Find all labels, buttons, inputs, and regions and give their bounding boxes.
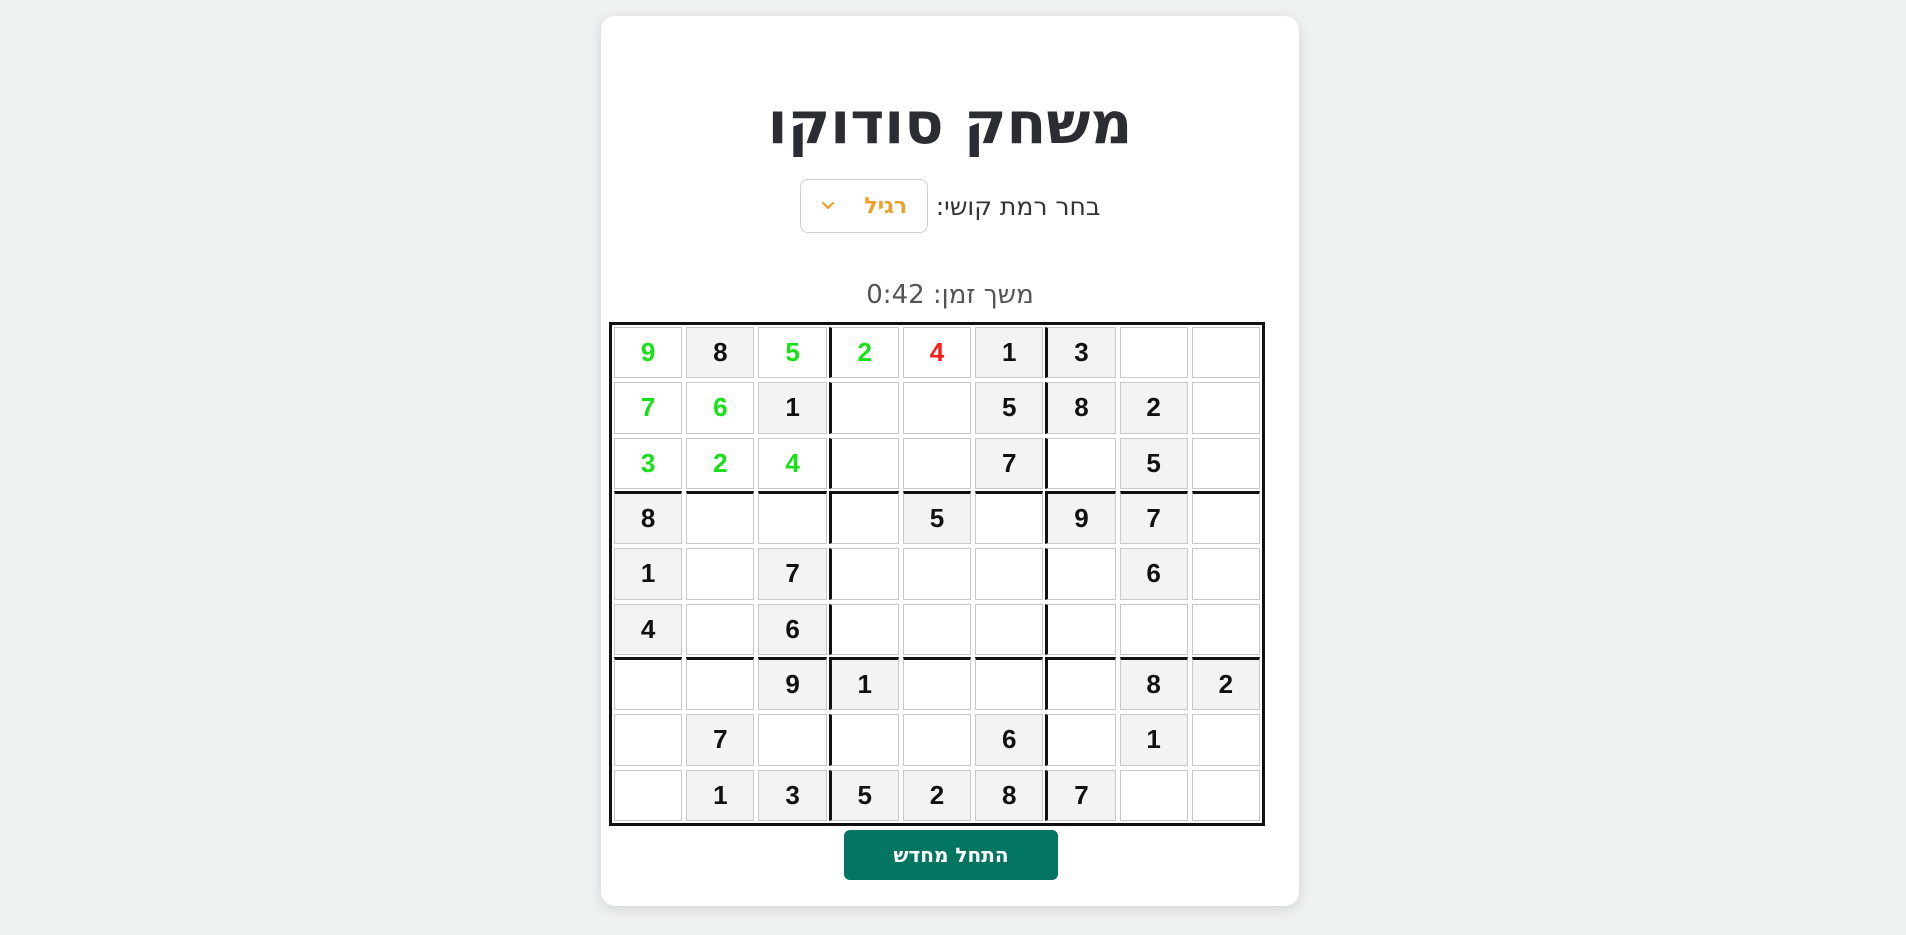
chevron-down-icon <box>820 198 836 214</box>
sudoku-cell-r2-c2[interactable]: 6 <box>686 382 755 434</box>
sudoku-board: 9852413761582324758597176469182761135287 <box>609 322 1265 826</box>
sudoku-cell-r9-c5: 2 <box>902 769 972 821</box>
sudoku-cell-r2-c3: 1 <box>758 382 827 434</box>
sudoku-cell-r2-c9[interactable] <box>1191 382 1260 434</box>
sudoku-cell-r9-c6: 8 <box>975 769 1044 821</box>
sudoku-cell-r5-c8: 6 <box>1119 548 1188 600</box>
sudoku-cell-r5-c1: 1 <box>614 548 683 600</box>
sudoku-cell-r2-c6: 5 <box>975 382 1044 434</box>
sudoku-cell-r3-c2[interactable]: 2 <box>686 437 755 489</box>
sudoku-cell-r4-c7: 9 <box>1045 490 1116 545</box>
sudoku-cell-r6-c5[interactable] <box>902 603 972 655</box>
sudoku-cell-r7-c9: 2 <box>1191 656 1260 711</box>
sudoku-cell-r7-c7[interactable] <box>1045 656 1116 711</box>
sudoku-cell-r7-c2[interactable] <box>686 656 755 711</box>
sudoku-cell-r5-c5[interactable] <box>902 548 972 600</box>
sudoku-cell-r7-c8: 8 <box>1119 656 1188 711</box>
page-title: משחק סודוקו <box>767 89 1133 157</box>
sudoku-cell-r3-c1[interactable]: 3 <box>614 437 683 489</box>
sudoku-cell-r7-c1[interactable] <box>614 656 683 711</box>
sudoku-cell-r1-c8[interactable] <box>1119 327 1188 379</box>
sudoku-cell-r3-c3[interactable]: 4 <box>758 437 827 489</box>
difficulty-selected-value: רגיל <box>864 193 908 219</box>
sudoku-cell-r8-c5[interactable] <box>902 714 972 766</box>
sudoku-cell-r8-c1[interactable] <box>614 714 683 766</box>
sudoku-cell-r6-c6[interactable] <box>975 603 1044 655</box>
sudoku-cell-r4-c6[interactable] <box>975 490 1044 545</box>
sudoku-cell-r6-c8[interactable] <box>1119 603 1188 655</box>
sudoku-cell-r8-c3[interactable] <box>758 714 827 766</box>
sudoku-cell-r4-c1: 8 <box>614 490 683 545</box>
sudoku-cell-r1-c3[interactable]: 5 <box>758 327 827 379</box>
sudoku-cell-r7-c6[interactable] <box>975 656 1044 711</box>
sudoku-cell-r6-c9[interactable] <box>1191 603 1260 655</box>
sudoku-cell-r1-c2: 8 <box>686 327 755 379</box>
sudoku-cell-r5-c4[interactable] <box>828 548 899 600</box>
sudoku-cell-r1-c5[interactable]: 4 <box>902 327 972 379</box>
sudoku-cell-r7-c5[interactable] <box>902 656 972 711</box>
sudoku-cell-r8-c7[interactable] <box>1045 714 1116 766</box>
sudoku-cell-r7-c3: 9 <box>758 656 827 711</box>
difficulty-select[interactable]: רגיל <box>799 179 928 233</box>
sudoku-cell-r3-c5[interactable] <box>902 437 972 489</box>
sudoku-cell-r4-c3[interactable] <box>758 490 827 545</box>
sudoku-cell-r8-c9[interactable] <box>1191 714 1260 766</box>
sudoku-cell-r1-c9[interactable] <box>1191 327 1260 379</box>
sudoku-cell-r5-c2[interactable] <box>686 548 755 600</box>
sudoku-cell-r9-c4: 5 <box>828 769 899 821</box>
sudoku-cell-r8-c2: 7 <box>686 714 755 766</box>
game-card: משחק סודוקו בחר רמת קושי: רגיל משך זמן: … <box>601 16 1299 906</box>
sudoku-cell-r6-c2[interactable] <box>686 603 755 655</box>
sudoku-cell-r2-c5[interactable] <box>902 382 972 434</box>
sudoku-cell-r2-c1[interactable]: 7 <box>614 382 683 434</box>
sudoku-cell-r3-c4[interactable] <box>828 437 899 489</box>
sudoku-cell-r1-c7: 3 <box>1045 327 1116 379</box>
sudoku-cell-r4-c4[interactable] <box>828 490 899 545</box>
sudoku-cell-r9-c2: 1 <box>686 769 755 821</box>
sudoku-cell-r9-c7: 7 <box>1045 769 1116 821</box>
sudoku-cell-r3-c9[interactable] <box>1191 437 1260 489</box>
sudoku-cell-r5-c9[interactable] <box>1191 548 1260 600</box>
sudoku-cell-r9-c3: 3 <box>758 769 827 821</box>
sudoku-cell-r9-c9[interactable] <box>1191 769 1260 821</box>
sudoku-cell-r3-c8: 5 <box>1119 437 1188 489</box>
sudoku-cell-r9-c8[interactable] <box>1119 769 1188 821</box>
sudoku-cell-r8-c4[interactable] <box>828 714 899 766</box>
sudoku-cell-r7-c4: 1 <box>828 656 899 711</box>
sudoku-cell-r1-c6: 1 <box>975 327 1044 379</box>
sudoku-cell-r9-c1[interactable] <box>614 769 683 821</box>
sudoku-cell-r4-c8: 7 <box>1119 490 1188 545</box>
sudoku-cell-r5-c3: 7 <box>758 548 827 600</box>
sudoku-cell-r5-c7[interactable] <box>1045 548 1116 600</box>
difficulty-label: בחר רמת קושי: <box>935 191 1101 221</box>
sudoku-cell-r2-c7: 8 <box>1045 382 1116 434</box>
sudoku-cell-r4-c5: 5 <box>902 490 972 545</box>
sudoku-cell-r5-c6[interactable] <box>975 548 1044 600</box>
sudoku-cell-r3-c6: 7 <box>975 437 1044 489</box>
sudoku-cell-r1-c4[interactable]: 2 <box>828 327 899 379</box>
sudoku-cell-r6-c3: 6 <box>758 603 827 655</box>
sudoku-cell-r8-c8: 1 <box>1119 714 1188 766</box>
sudoku-cell-r6-c4[interactable] <box>828 603 899 655</box>
sudoku-cell-r4-c9[interactable] <box>1191 490 1260 545</box>
sudoku-cell-r6-c1: 4 <box>614 603 683 655</box>
sudoku-cell-r4-c2[interactable] <box>686 490 755 545</box>
sudoku-cell-r3-c7[interactable] <box>1045 437 1116 489</box>
timer-display: משך זמן: 0:42 <box>866 280 1034 310</box>
difficulty-row: בחר רמת קושי: רגיל <box>601 178 1299 234</box>
sudoku-cell-r6-c7[interactable] <box>1045 603 1116 655</box>
restart-button[interactable]: התחל מחדש <box>844 830 1058 880</box>
sudoku-cell-r1-c1[interactable]: 9 <box>614 327 683 379</box>
sudoku-cell-r2-c4[interactable] <box>828 382 899 434</box>
sudoku-cell-r2-c8: 2 <box>1119 382 1188 434</box>
sudoku-cell-r8-c6: 6 <box>975 714 1044 766</box>
